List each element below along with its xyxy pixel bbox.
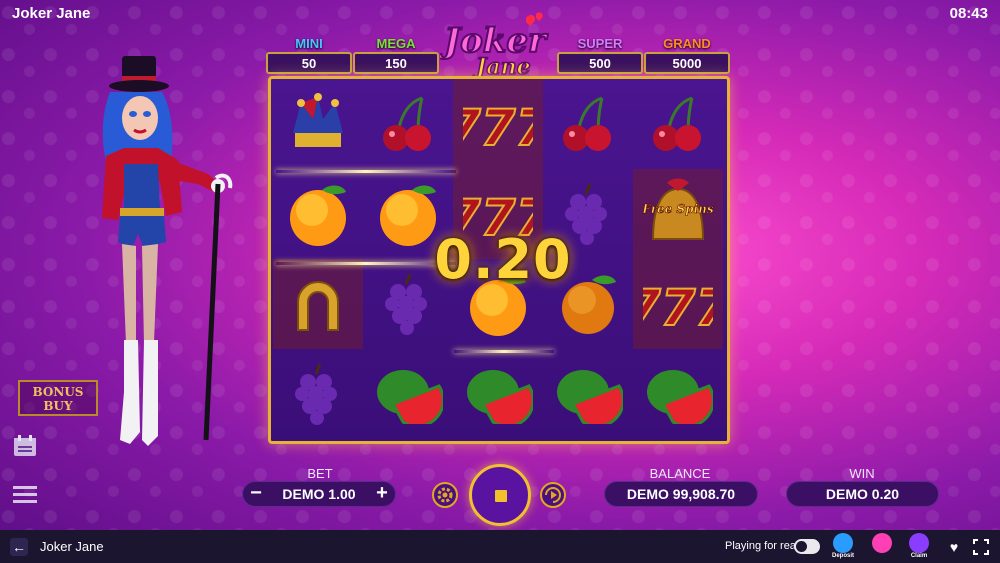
game-title: Joker Jane	[12, 5, 91, 22]
jackpot-grand-name: GRAND	[663, 36, 711, 51]
bonus-buy-line2: BUY	[43, 399, 73, 413]
fullscreen-icon[interactable]	[972, 538, 990, 556]
autoplay-button[interactable]	[540, 482, 566, 508]
bet-label: BET	[307, 466, 333, 481]
bonuz-icon	[833, 533, 853, 553]
playing-for-real-toggle[interactable]	[794, 539, 820, 554]
promo-jackpotz-caption: Claim	[910, 553, 928, 559]
menu-icon[interactable]	[12, 483, 38, 507]
bonus-buy-line1: BONUS	[32, 385, 84, 399]
symbol-watermelon	[453, 349, 543, 439]
balance-value: DEMO 99,908.70	[626, 486, 736, 502]
reel-5: Free Spins 777	[633, 79, 723, 441]
jackpot-mini: MINI 50	[266, 36, 352, 74]
symbol-watermelon	[543, 349, 633, 439]
symbol-watermelon	[633, 349, 723, 439]
symbol-seven: 777	[453, 79, 543, 169]
svg-text:777: 777	[463, 99, 533, 157]
symbol-seven: 777	[633, 259, 723, 349]
jackpot-mega-name: MEGA	[376, 36, 416, 51]
status-bar: ← Joker Jane Playing for real Deposit Cl…	[0, 530, 1000, 563]
prize-icon	[872, 533, 892, 553]
promo-prize[interactable]	[867, 533, 897, 561]
free-spins-text: Free Spins	[641, 202, 713, 216]
jackpot-mega: MEGA 150	[353, 36, 439, 74]
symbol-cherry	[633, 79, 723, 169]
svg-text:777: 777	[643, 279, 713, 337]
jackpot-mega-value: 150	[353, 52, 439, 74]
win-display: DEMO 0.20	[786, 481, 939, 507]
symbol-orange	[273, 169, 363, 259]
gear-icon	[437, 487, 453, 503]
win-line-segment	[454, 350, 554, 353]
joker-jane-character	[102, 56, 233, 446]
favorite-heart-icon[interactable]: ♥	[945, 538, 963, 556]
symbol-horseshoe	[273, 259, 363, 349]
jackpot-grand: GRAND 5000	[644, 36, 730, 74]
symbol-free-spins-bell: Free Spins	[633, 169, 723, 259]
promo-bonuz-caption: Deposit	[831, 553, 854, 559]
reel-1	[273, 79, 363, 441]
win-label: WIN	[849, 466, 875, 481]
jackpot-grand-value: 5000	[644, 52, 730, 74]
clock: 08:43	[949, 5, 988, 22]
balance-display: DEMO 99,908.70	[604, 481, 758, 507]
autoplay-icon	[545, 487, 561, 503]
jackpot-super-value: 500	[557, 52, 643, 74]
symbol-watermelon	[363, 349, 453, 439]
promo-jackpotz[interactable]: Claim	[904, 533, 934, 561]
jackpot-mini-value: 50	[266, 52, 352, 74]
win-line-segment	[276, 170, 456, 173]
bet-value: DEMO 1.00	[282, 486, 356, 502]
jackpot-mini-name: MINI	[295, 36, 323, 51]
promo-bonuz[interactable]: Deposit	[828, 533, 858, 561]
bet-increase-button[interactable]: +	[372, 481, 392, 507]
back-arrow-icon[interactable]: ←	[10, 538, 28, 556]
symbol-jester-hat	[273, 79, 363, 169]
symbol-grapes	[273, 349, 363, 439]
bet-decrease-button[interactable]: −	[246, 481, 266, 507]
joker-jane-logo: Joker Jane	[440, 12, 549, 80]
spin-stop-button[interactable]	[469, 464, 531, 526]
win-value: DEMO 0.20	[825, 486, 900, 502]
statusbar-title: Joker Jane	[40, 539, 104, 554]
symbol-cherry	[363, 79, 453, 169]
symbol-cherry	[543, 79, 633, 169]
playing-for-real-label: Playing for real	[725, 540, 799, 552]
stop-icon	[495, 490, 507, 502]
jackpotz-icon	[909, 533, 929, 553]
jackpot-super-name: SUPER	[577, 36, 623, 51]
bonus-buy-button[interactable]: BONUS BUY	[18, 380, 98, 416]
jackpot-super: SUPER 500	[557, 36, 643, 74]
settings-button[interactable]	[432, 482, 458, 508]
calendar-icon[interactable]	[12, 434, 38, 458]
win-amount-overlay: 0.20	[434, 228, 572, 291]
balance-label: BALANCE	[649, 466, 711, 481]
